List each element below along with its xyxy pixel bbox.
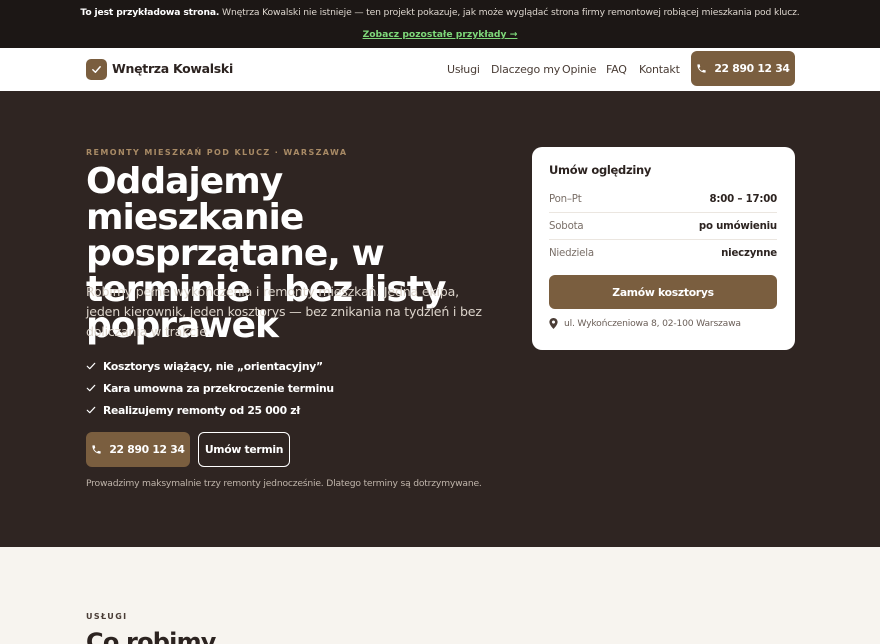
nav-phone-button[interactable]: 22 890 12 34 bbox=[691, 51, 795, 86]
hero-note: Prowadzimy maksymalnie trzy remonty jedn… bbox=[86, 478, 482, 489]
book-appointment-button[interactable]: Umów termin bbox=[198, 432, 290, 467]
services-eyebrow: USŁUGI bbox=[86, 612, 128, 621]
check-icon bbox=[86, 384, 96, 392]
nav-link-faq[interactable]: FAQ bbox=[606, 63, 627, 76]
nav-phone-label: 22 890 12 34 bbox=[714, 62, 790, 75]
checklist-item: Realizujemy remonty od 25 000 zł bbox=[86, 399, 334, 421]
nav-link-kontakt[interactable]: Kontakt bbox=[639, 63, 680, 76]
hero-checklist: Kosztorys wiążący, nie „orientacyjny” Ka… bbox=[86, 355, 334, 421]
hero-phone-label: 22 890 12 34 bbox=[109, 443, 185, 456]
logo-check-icon[interactable] bbox=[86, 59, 107, 80]
hours-row: Pon–Pt 8:00 – 17:00 bbox=[549, 186, 777, 213]
hero-phone-button[interactable]: 22 890 12 34 bbox=[86, 432, 190, 467]
checklist-item: Kosztorys wiążący, nie „orientacyjny” bbox=[86, 355, 334, 377]
phone-icon bbox=[92, 445, 101, 454]
card-title: Umów oględziny bbox=[549, 163, 652, 177]
check-icon bbox=[86, 406, 96, 414]
map-pin-icon bbox=[549, 318, 558, 329]
other-examples-link[interactable]: Zobacz pozostałe przykłady → bbox=[363, 29, 518, 40]
services-title: Co robimy bbox=[86, 628, 216, 644]
top-navigation: Wnętrza Kowalski Usługi Dlaczego my Opin… bbox=[0, 48, 880, 91]
hours-day: Sobota bbox=[549, 220, 584, 232]
demo-banner: To jest przykładowa strona. Wnętrza Kowa… bbox=[0, 0, 880, 48]
hours-value: po umówieniu bbox=[698, 220, 777, 232]
brand-name[interactable]: Wnętrza Kowalski bbox=[112, 61, 233, 76]
card-address-text: ul. Wykończeniowa 8, 02-100 Warszawa bbox=[564, 318, 741, 329]
demo-banner-bold: To jest przykładowa strona. bbox=[80, 7, 220, 18]
hours-value: 8:00 – 17:00 bbox=[709, 193, 777, 205]
hours-day: Niedziela bbox=[549, 248, 594, 259]
order-estimate-button[interactable]: Zamów kosztorys bbox=[549, 275, 777, 309]
phone-icon bbox=[697, 64, 706, 73]
checklist-item: Kara umowna za przekroczenie terminu bbox=[86, 377, 334, 399]
checklist-item-label: Kara umowna za przekroczenie terminu bbox=[103, 381, 334, 395]
nav-link-uslugi[interactable]: Usługi bbox=[447, 63, 480, 76]
checklist-item-label: Kosztorys wiążący, nie „orientacyjny” bbox=[103, 359, 323, 373]
checklist-item-label: Realizujemy remonty od 25 000 zł bbox=[103, 403, 301, 417]
hero-section: REMONTY MIESZKAŃ POD KLUCZ · WARSZAWA Od… bbox=[0, 91, 880, 547]
hours-row: Niedziela nieczynne bbox=[549, 240, 777, 267]
hero-lead: Robimy pełne wykończenia i remonty miesz… bbox=[86, 284, 482, 339]
card-address: ul. Wykończeniowa 8, 02-100 Warszawa bbox=[549, 318, 741, 329]
nav-link-dlaczego-my[interactable]: Dlaczego my bbox=[491, 63, 560, 76]
check-icon bbox=[86, 362, 96, 370]
nav-link-opinie[interactable]: Opinie bbox=[562, 63, 596, 76]
demo-banner-description: Wnętrza Kowalski nie istnieje — ten proj… bbox=[219, 7, 800, 18]
inspection-card: Umów oględziny Pon–Pt 8:00 – 17:00 Sobot… bbox=[532, 147, 795, 350]
hero-eyebrow: REMONTY MIESZKAŃ POD KLUCZ · WARSZAWA bbox=[86, 148, 348, 157]
demo-banner-text: To jest przykładowa strona. Wnętrza Kowa… bbox=[0, 6, 880, 20]
hours-value: nieczynne bbox=[721, 248, 777, 259]
hours-day: Pon–Pt bbox=[549, 193, 582, 205]
hours-row: Sobota po umówieniu bbox=[549, 213, 777, 240]
